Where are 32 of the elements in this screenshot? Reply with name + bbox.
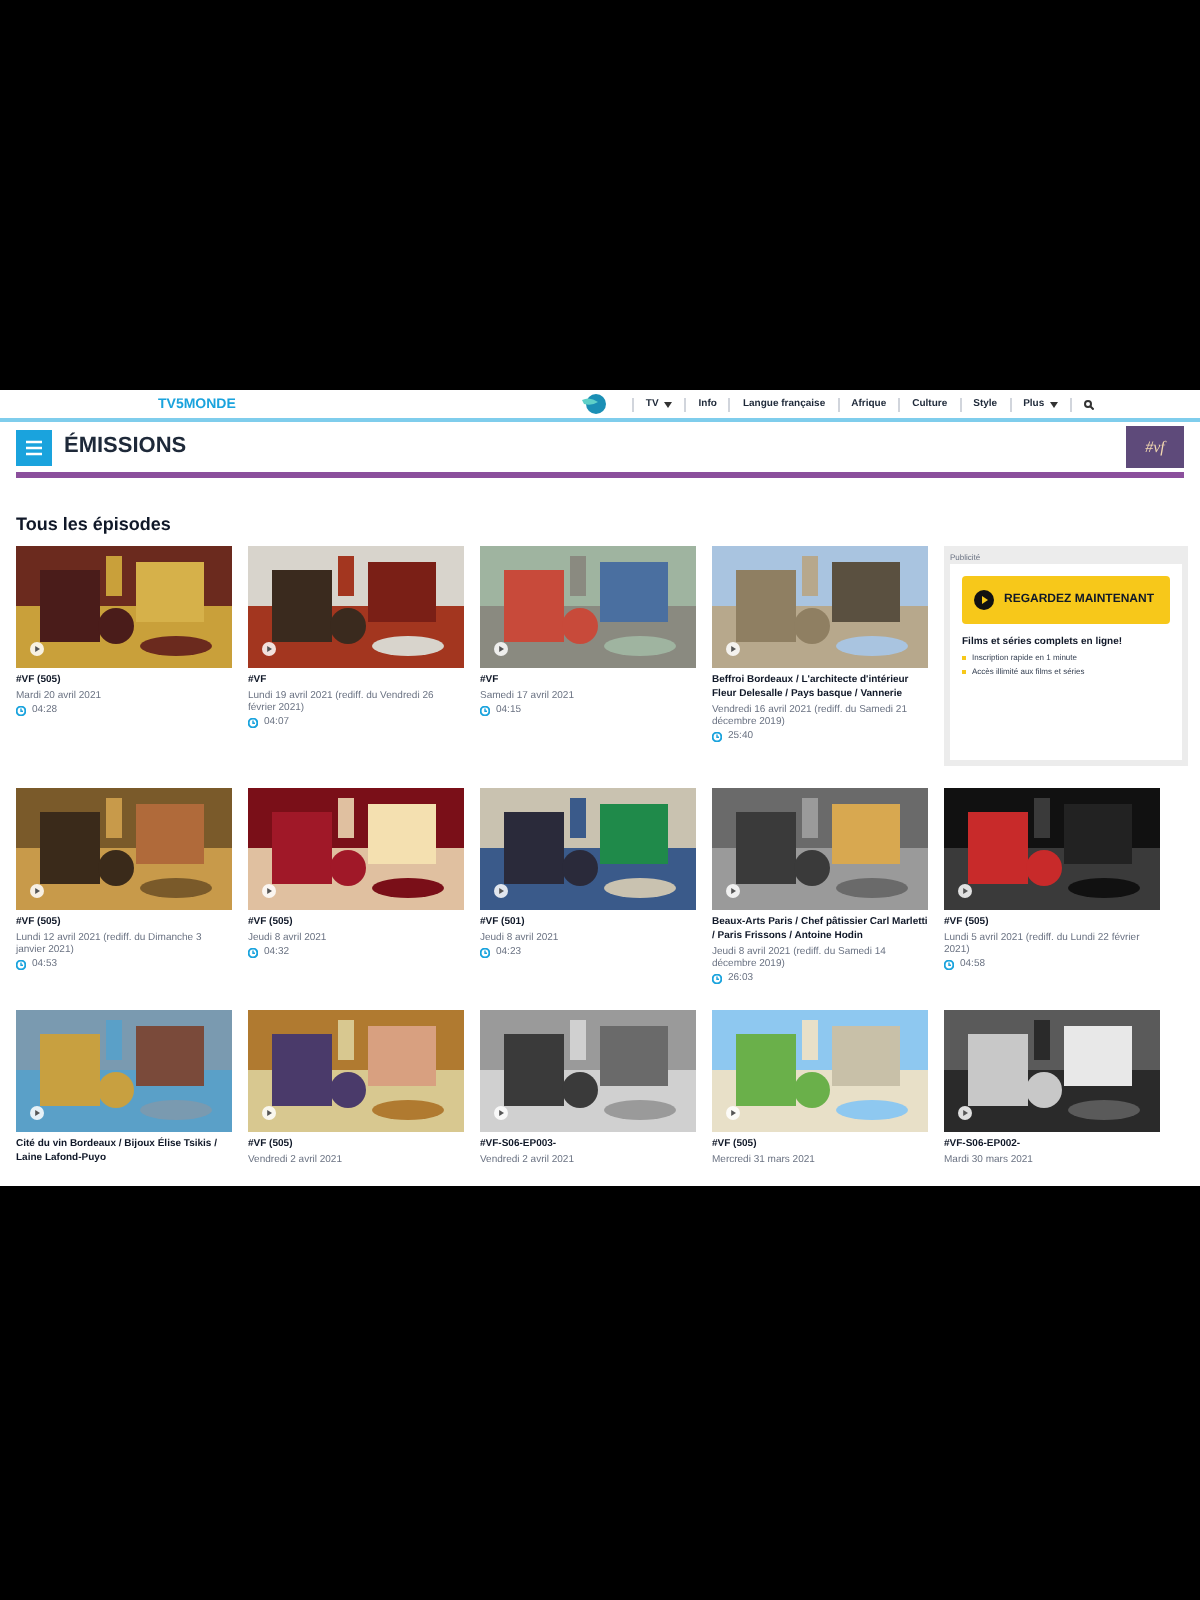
globe-icon[interactable] — [579, 392, 608, 416]
play-icon[interactable] — [494, 642, 508, 656]
play-icon[interactable] — [958, 884, 972, 898]
play-icon[interactable] — [726, 1106, 740, 1120]
clock-icon — [16, 959, 26, 969]
section-title: ÉMISSIONS — [64, 430, 187, 463]
caret-icon — [664, 401, 673, 407]
play-icon[interactable] — [262, 642, 276, 656]
clock-icon — [712, 731, 722, 741]
play-icon[interactable] — [958, 1106, 972, 1120]
clock-icon — [712, 973, 722, 983]
clock-icon — [480, 705, 490, 715]
clock-icon — [248, 947, 258, 957]
clock-icon — [480, 947, 490, 957]
play-icon — [974, 590, 994, 610]
play-icon[interactable] — [726, 642, 740, 656]
play-icon[interactable] — [30, 1106, 44, 1120]
list-icon — [16, 429, 52, 465]
clock-icon — [944, 959, 954, 969]
play-icon[interactable] — [494, 884, 508, 898]
clock-icon — [248, 717, 258, 727]
play-icon[interactable] — [494, 1106, 508, 1120]
caret-icon — [1050, 401, 1059, 407]
clock-icon — [16, 705, 26, 715]
play-icon[interactable] — [726, 884, 740, 898]
play-icon[interactable] — [262, 884, 276, 898]
show-logo: #vf — [1126, 426, 1184, 468]
play-icon[interactable] — [30, 642, 44, 656]
play-icon[interactable] — [30, 884, 44, 898]
section-heading: Tous les épisodes — [16, 512, 173, 536]
play-icon[interactable] — [262, 1106, 276, 1120]
search-icon[interactable] — [1084, 399, 1095, 409]
